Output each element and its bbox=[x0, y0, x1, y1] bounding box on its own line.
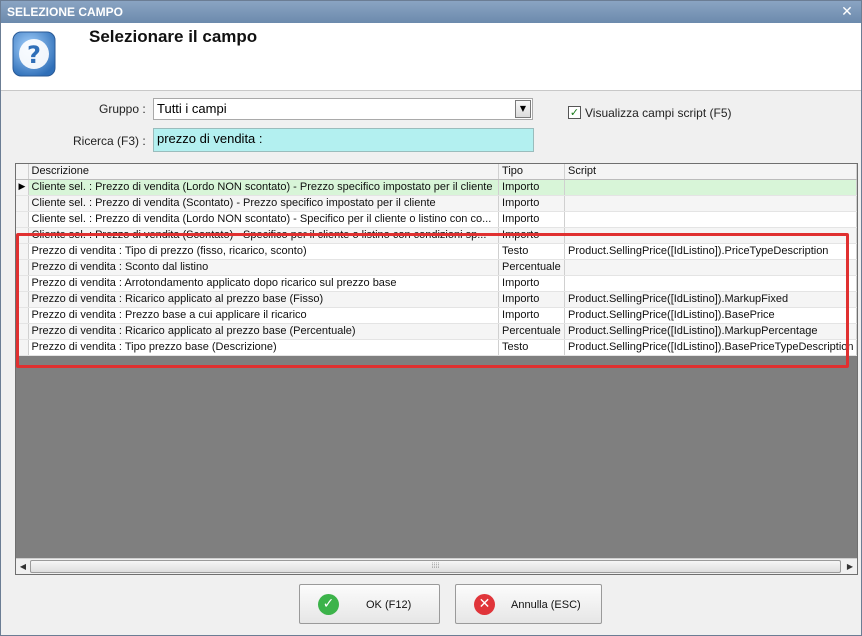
scrollbar-thumb[interactable]: ⁞⁞⁞⁞ bbox=[30, 560, 841, 573]
horizontal-scrollbar[interactable]: ◀ ⁞⁞⁞⁞ ▶ bbox=[16, 558, 857, 574]
table-row[interactable]: Prezzo di vendita : Tipo prezzo base (De… bbox=[16, 339, 858, 356]
filter-form: Gruppo : Tutti i campi ▼ Ricerca (F3) : … bbox=[1, 92, 861, 158]
window-title: SELEZIONE CAMPO bbox=[7, 5, 124, 19]
cell-tipo[interactable]: Importo bbox=[498, 195, 565, 212]
table-row[interactable]: Prezzo di vendita : Sconto dal listino P… bbox=[16, 259, 858, 276]
column-header-script[interactable]: Script bbox=[564, 164, 858, 180]
row-indicator: ▶ bbox=[16, 179, 29, 196]
cell-tipo[interactable]: Importo bbox=[498, 275, 565, 292]
current-row-arrow-icon: ▶ bbox=[18, 182, 26, 192]
cell-tipo[interactable]: Importo bbox=[498, 307, 565, 324]
search-input[interactable]: prezzo di vendita : bbox=[153, 128, 534, 152]
title-bar: SELEZIONE CAMPO ✕ bbox=[1, 1, 861, 23]
cell-descrizione[interactable]: Prezzo di vendita : Tipo prezzo base (De… bbox=[28, 339, 500, 356]
cell-tipo[interactable]: Percentuale bbox=[498, 323, 565, 340]
table-row[interactable]: ▶ Cliente sel. : Prezzo di vendita (Lord… bbox=[16, 179, 858, 196]
script-checkbox[interactable]: ✓ bbox=[568, 106, 581, 119]
search-value: prezzo di vendita : bbox=[157, 131, 263, 146]
cell-descrizione[interactable]: Prezzo di vendita : Sconto dal listino bbox=[28, 259, 500, 276]
column-header-descrizione[interactable]: Descrizione bbox=[28, 164, 500, 180]
table-row[interactable]: Prezzo di vendita : Prezzo base a cui ap… bbox=[16, 307, 858, 324]
cell-script[interactable] bbox=[564, 179, 858, 196]
close-icon[interactable]: ✕ bbox=[839, 4, 855, 20]
row-indicator bbox=[16, 323, 29, 340]
cell-script[interactable]: Product.SellingPrice([IdListino]).PriceT… bbox=[564, 243, 858, 260]
row-indicator-header bbox=[16, 164, 29, 180]
row-indicator bbox=[16, 291, 29, 308]
cell-descrizione[interactable]: Prezzo di vendita : Prezzo base a cui ap… bbox=[28, 307, 500, 324]
cell-script[interactable] bbox=[564, 211, 858, 228]
cancel-button-label: Annulla (ESC) bbox=[511, 599, 581, 611]
table-row[interactable]: Prezzo di vendita : Ricarico applicato a… bbox=[16, 323, 858, 340]
row-indicator bbox=[16, 275, 29, 292]
gruppo-value: Tutti i campi bbox=[157, 101, 227, 116]
row-indicator bbox=[16, 227, 29, 244]
row-indicator bbox=[16, 243, 29, 260]
row-indicator bbox=[16, 259, 29, 276]
row-indicator bbox=[16, 211, 29, 228]
cell-descrizione[interactable]: Cliente sel. : Prezzo di vendita (Lordo … bbox=[28, 211, 500, 228]
row-indicator bbox=[16, 307, 29, 324]
table-row[interactable]: Cliente sel. : Prezzo di vendita (Lordo … bbox=[16, 211, 858, 228]
cell-tipo[interactable]: Testo bbox=[498, 243, 565, 260]
ok-button[interactable]: ✓ OK (F12) bbox=[299, 584, 440, 624]
table-row[interactable]: Prezzo di vendita : Ricarico applicato a… bbox=[16, 291, 858, 308]
fields-grid: Descrizione Tipo Script ▶ Cliente sel. :… bbox=[15, 163, 858, 575]
cell-script[interactable]: Product.SellingPrice([IdListino]).BasePr… bbox=[564, 339, 858, 356]
cell-tipo[interactable]: Importo bbox=[498, 227, 565, 244]
cell-script[interactable] bbox=[564, 259, 858, 276]
cell-descrizione[interactable]: Prezzo di vendita : Tipo di prezzo (fiss… bbox=[28, 243, 500, 260]
cell-script[interactable] bbox=[564, 275, 858, 292]
cell-descrizione[interactable]: Prezzo di vendita : Ricarico applicato a… bbox=[28, 291, 500, 308]
cell-descrizione[interactable]: Cliente sel. : Prezzo di vendita (Sconta… bbox=[28, 195, 500, 212]
cell-script[interactable] bbox=[564, 195, 858, 212]
scroll-left-icon[interactable]: ◀ bbox=[16, 560, 30, 574]
cell-tipo[interactable]: Testo bbox=[498, 339, 565, 356]
gruppo-select[interactable]: Tutti i campi ▼ bbox=[153, 98, 533, 120]
cell-descrizione[interactable]: Cliente sel. : Prezzo di vendita (Lordo … bbox=[28, 179, 500, 196]
cell-script[interactable]: Product.SellingPrice([IdListino]).Markup… bbox=[564, 323, 858, 340]
chevron-down-icon[interactable]: ▼ bbox=[515, 100, 531, 118]
page-title: Selezionare il campo bbox=[89, 27, 258, 46]
svg-text:?: ? bbox=[27, 41, 41, 69]
gruppo-label: Gruppo : bbox=[99, 102, 146, 116]
row-indicator bbox=[16, 339, 29, 356]
cell-descrizione[interactable]: Prezzo di vendita : Ricarico applicato a… bbox=[28, 323, 500, 340]
cell-script[interactable]: Product.SellingPrice([IdListino]).BasePr… bbox=[564, 307, 858, 324]
help-icon: ? bbox=[12, 31, 56, 77]
ok-button-label: OK (F12) bbox=[366, 599, 412, 611]
grid-header-row: Descrizione Tipo Script bbox=[16, 164, 858, 180]
table-row[interactable]: Prezzo di vendita : Arrotondamento appli… bbox=[16, 275, 858, 292]
table-row[interactable]: Cliente sel. : Prezzo di vendita (Sconta… bbox=[16, 227, 858, 244]
script-checkbox-label: Visualizza campi script (F5) bbox=[585, 106, 732, 120]
close-icon: ✕ bbox=[474, 594, 495, 615]
cell-tipo[interactable]: Percentuale bbox=[498, 259, 565, 276]
row-indicator bbox=[16, 195, 29, 212]
scroll-right-icon[interactable]: ▶ bbox=[843, 560, 857, 574]
cell-tipo[interactable]: Importo bbox=[498, 179, 565, 196]
table-row[interactable]: Prezzo di vendita : Tipo di prezzo (fiss… bbox=[16, 243, 858, 260]
cell-tipo[interactable]: Importo bbox=[498, 211, 565, 228]
cell-script[interactable] bbox=[564, 227, 858, 244]
checkmark-icon: ✓ bbox=[318, 594, 339, 615]
cell-descrizione[interactable]: Prezzo di vendita : Arrotondamento appli… bbox=[28, 275, 500, 292]
fields-table: Descrizione Tipo Script ▶ Cliente sel. :… bbox=[16, 164, 858, 356]
cell-script[interactable]: Product.SellingPrice([IdListino]).Markup… bbox=[564, 291, 858, 308]
column-header-tipo[interactable]: Tipo bbox=[498, 164, 565, 180]
table-row[interactable]: Cliente sel. : Prezzo di vendita (Sconta… bbox=[16, 195, 858, 212]
dialog-window: SELEZIONE CAMPO ✕ ? Selezionare il campo… bbox=[0, 0, 862, 636]
dialog-header: ? Selezionare il campo bbox=[1, 23, 861, 91]
ricerca-label: Ricerca (F3) : bbox=[73, 134, 146, 148]
cancel-button[interactable]: ✕ Annulla (ESC) bbox=[455, 584, 602, 624]
cell-descrizione[interactable]: Cliente sel. : Prezzo di vendita (Sconta… bbox=[28, 227, 500, 244]
cell-tipo[interactable]: Importo bbox=[498, 291, 565, 308]
